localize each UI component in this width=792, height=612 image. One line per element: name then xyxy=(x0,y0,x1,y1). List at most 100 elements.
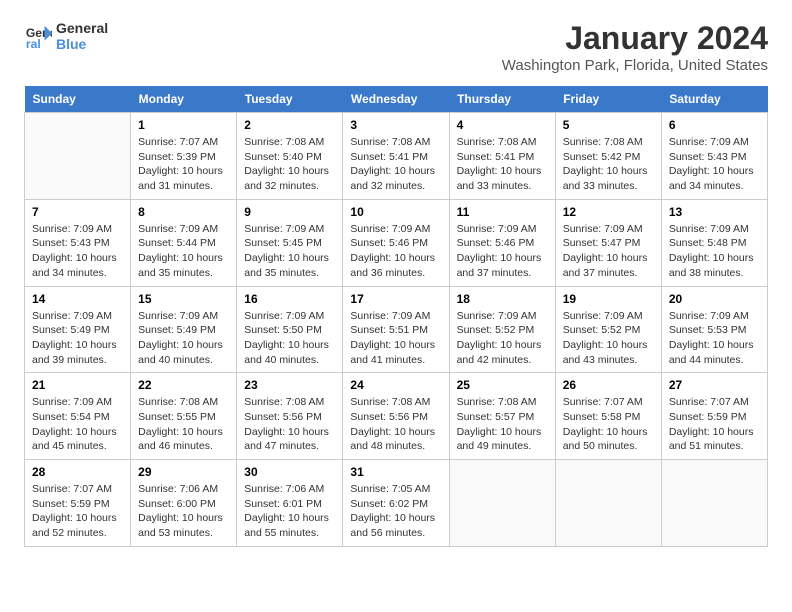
calendar-cell: 8 Sunrise: 7:09 AMSunset: 5:44 PMDaylight… xyxy=(131,199,237,286)
calendar-cell: 3Sunrise: 7:08 AMSunset: 5:41 PMDaylight… xyxy=(343,113,449,200)
day-detail: Sunrise: 7:08 AMSunset: 5:55 PMDaylight:… xyxy=(138,395,229,454)
day-number: 10 xyxy=(350,205,441,219)
week-row-2: 7 Sunrise: 7:09 AMSunset: 5:43 PMDaylight… xyxy=(25,199,768,286)
day-detail: Sunrise: 7:09 AMSunset: 5:48 PMDaylight:… xyxy=(669,222,760,281)
day-detail: Sunrise: 7:08 AMSunset: 5:40 PMDaylight:… xyxy=(244,135,335,194)
day-number: 3 xyxy=(350,118,441,132)
day-number: 9 xyxy=(244,205,335,219)
day-number: 21 xyxy=(32,378,123,392)
day-detail: Sunrise: 7:09 AMSunset: 5:45 PMDaylight:… xyxy=(244,222,335,281)
week-row-1: 1 Sunrise: 7:07 AMSunset: 5:39 PMDaylight… xyxy=(25,113,768,200)
day-detail: Sunrise: 7:07 AMSunset: 5:39 PMDaylight:… xyxy=(138,135,229,194)
day-detail: Sunrise: 7:08 AMSunset: 5:56 PMDaylight:… xyxy=(350,395,441,454)
day-number: 11 xyxy=(457,205,548,219)
header-row: SundayMondayTuesdayWednesdayThursdayFrid… xyxy=(25,86,768,113)
calendar-cell: 21Sunrise: 7:09 AMSunset: 5:54 PMDayligh… xyxy=(25,373,131,460)
day-detail: Sunrise: 7:06 AMSunset: 6:00 PMDaylight:… xyxy=(138,482,229,541)
header-cell-friday: Friday xyxy=(555,86,661,113)
subtitle: Washington Park, Florida, United States xyxy=(502,57,768,74)
day-detail: Sunrise: 7:08 AMSunset: 5:56 PMDaylight:… xyxy=(244,395,335,454)
day-number: 14 xyxy=(32,292,123,306)
calendar-cell: 29 Sunrise: 7:06 AMSunset: 6:00 PMDayligh… xyxy=(131,460,237,547)
header-cell-monday: Monday xyxy=(131,86,237,113)
calendar-cell: 7 Sunrise: 7:09 AMSunset: 5:43 PMDaylight… xyxy=(25,199,131,286)
page-header: Gene ral General Blue January 2024 Washi… xyxy=(24,20,768,74)
day-number: 26 xyxy=(563,378,654,392)
day-detail: Sunrise: 7:07 AMSunset: 5:58 PMDaylight:… xyxy=(563,395,654,454)
calendar-cell: 12 Sunrise: 7:09 AMSunset: 5:47 PMDayligh… xyxy=(555,199,661,286)
day-detail: Sunrise: 7:09 AMSunset: 5:43 PMDaylight:… xyxy=(32,222,123,281)
day-number: 19 xyxy=(563,292,654,306)
day-number: 25 xyxy=(457,378,548,392)
day-number: 18 xyxy=(457,292,548,306)
calendar-cell: 23Sunrise: 7:08 AMSunset: 5:56 PMDayligh… xyxy=(237,373,343,460)
day-number: 16 xyxy=(244,292,335,306)
calendar-cell: 27 Sunrise: 7:07 AMSunset: 5:59 PMDayligh… xyxy=(661,373,767,460)
header-cell-wednesday: Wednesday xyxy=(343,86,449,113)
day-detail: Sunrise: 7:07 AMSunset: 5:59 PMDaylight:… xyxy=(669,395,760,454)
logo-text-line1: General xyxy=(56,20,108,36)
day-number: 24 xyxy=(350,378,441,392)
day-number: 30 xyxy=(244,465,335,479)
day-detail: Sunrise: 7:09 AMSunset: 5:44 PMDaylight:… xyxy=(138,222,229,281)
day-detail: Sunrise: 7:08 AMSunset: 5:57 PMDaylight:… xyxy=(457,395,548,454)
logo-icon: Gene ral xyxy=(24,22,52,50)
day-number: 17 xyxy=(350,292,441,306)
day-detail: Sunrise: 7:09 AMSunset: 5:52 PMDaylight:… xyxy=(457,309,548,368)
day-number: 31 xyxy=(350,465,441,479)
logo-text-line2: Blue xyxy=(56,36,108,52)
calendar-cell: 26 Sunrise: 7:07 AMSunset: 5:58 PMDayligh… xyxy=(555,373,661,460)
calendar-cell: 15 Sunrise: 7:09 AMSunset: 5:49 PMDayligh… xyxy=(131,286,237,373)
calendar-cell: 16 Sunrise: 7:09 AMSunset: 5:50 PMDayligh… xyxy=(237,286,343,373)
day-detail: Sunrise: 7:07 AMSunset: 5:59 PMDaylight:… xyxy=(32,482,123,541)
calendar-cell: 13 Sunrise: 7:09 AMSunset: 5:48 PMDayligh… xyxy=(661,199,767,286)
calendar-cell: 18 Sunrise: 7:09 AMSunset: 5:52 PMDayligh… xyxy=(449,286,555,373)
calendar-cell: 22 Sunrise: 7:08 AMSunset: 5:55 PMDayligh… xyxy=(131,373,237,460)
day-number: 12 xyxy=(563,205,654,219)
day-detail: Sunrise: 7:06 AMSunset: 6:01 PMDaylight:… xyxy=(244,482,335,541)
day-detail: Sunrise: 7:09 AMSunset: 5:53 PMDaylight:… xyxy=(669,309,760,368)
calendar-cell xyxy=(25,113,131,200)
calendar-cell: 6 Sunrise: 7:09 AMSunset: 5:43 PMDaylight… xyxy=(661,113,767,200)
calendar-cell: 9 Sunrise: 7:09 AMSunset: 5:45 PMDaylight… xyxy=(237,199,343,286)
day-detail: Sunrise: 7:09 AMSunset: 5:51 PMDaylight:… xyxy=(350,309,441,368)
calendar-cell: 19 Sunrise: 7:09 AMSunset: 5:52 PMDayligh… xyxy=(555,286,661,373)
calendar-cell xyxy=(555,460,661,547)
calendar-cell: 30 Sunrise: 7:06 AMSunset: 6:01 PMDayligh… xyxy=(237,460,343,547)
day-number: 4 xyxy=(457,118,548,132)
calendar-cell xyxy=(661,460,767,547)
day-detail: Sunrise: 7:09 AMSunset: 5:52 PMDaylight:… xyxy=(563,309,654,368)
svg-text:ral: ral xyxy=(26,37,41,50)
day-number: 1 xyxy=(138,118,229,132)
day-number: 8 xyxy=(138,205,229,219)
day-number: 27 xyxy=(669,378,760,392)
header-cell-saturday: Saturday xyxy=(661,86,767,113)
day-number: 2 xyxy=(244,118,335,132)
day-detail: Sunrise: 7:09 AMSunset: 5:46 PMDaylight:… xyxy=(350,222,441,281)
main-title: January 2024 xyxy=(502,20,768,57)
header-cell-thursday: Thursday xyxy=(449,86,555,113)
day-number: 5 xyxy=(563,118,654,132)
header-cell-tuesday: Tuesday xyxy=(237,86,343,113)
day-detail: Sunrise: 7:09 AMSunset: 5:47 PMDaylight:… xyxy=(563,222,654,281)
day-detail: Sunrise: 7:09 AMSunset: 5:49 PMDaylight:… xyxy=(138,309,229,368)
day-number: 7 xyxy=(32,205,123,219)
calendar-cell: 31Sunrise: 7:05 AMSunset: 6:02 PMDayligh… xyxy=(343,460,449,547)
day-detail: Sunrise: 7:09 AMSunset: 5:49 PMDaylight:… xyxy=(32,309,123,368)
day-detail: Sunrise: 7:09 AMSunset: 5:50 PMDaylight:… xyxy=(244,309,335,368)
day-number: 28 xyxy=(32,465,123,479)
day-number: 15 xyxy=(138,292,229,306)
calendar-cell: 24 Sunrise: 7:08 AMSunset: 5:56 PMDayligh… xyxy=(343,373,449,460)
day-number: 13 xyxy=(669,205,760,219)
calendar-cell: 4Sunrise: 7:08 AMSunset: 5:41 PMDaylight… xyxy=(449,113,555,200)
day-number: 22 xyxy=(138,378,229,392)
calendar-cell: 25 Sunrise: 7:08 AMSunset: 5:57 PMDayligh… xyxy=(449,373,555,460)
day-number: 20 xyxy=(669,292,760,306)
day-detail: Sunrise: 7:09 AMSunset: 5:43 PMDaylight:… xyxy=(669,135,760,194)
calendar-cell: 20 Sunrise: 7:09 AMSunset: 5:53 PMDayligh… xyxy=(661,286,767,373)
week-row-3: 14 Sunrise: 7:09 AMSunset: 5:49 PMDayligh… xyxy=(25,286,768,373)
day-number: 6 xyxy=(669,118,760,132)
day-number: 29 xyxy=(138,465,229,479)
calendar-cell: 5Sunrise: 7:08 AMSunset: 5:42 PMDaylight… xyxy=(555,113,661,200)
calendar-cell xyxy=(449,460,555,547)
